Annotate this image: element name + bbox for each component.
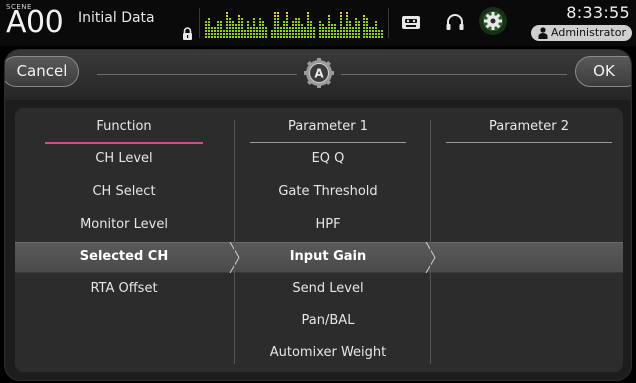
status-bar: SCENE A00 Initial Data 8:33:55 Administr…	[0, 0, 636, 46]
list-item-selected[interactable]: Input Gain	[237, 249, 419, 264]
list-item[interactable]: Pan/BAL	[237, 313, 419, 328]
parameter2-column-title: Parameter 2	[488, 119, 570, 134]
parameter1-column-title: Parameter 1	[287, 119, 369, 134]
popup-header: Cancel A OK	[5, 50, 631, 100]
assignment-panel: Function CH Level CH Select Monitor Leve…	[15, 108, 623, 372]
user-name: Administrator	[551, 26, 626, 39]
user-icon	[538, 27, 548, 39]
level-meters[interactable]	[205, 4, 383, 40]
column-divider	[430, 120, 431, 364]
column-divider	[234, 120, 235, 364]
function-title-underline	[45, 142, 203, 144]
chevron-right-icon	[425, 242, 436, 273]
list-item[interactable]: Monitor Level	[29, 217, 219, 232]
list-item[interactable]: CH Select	[29, 184, 219, 199]
list-item[interactable]: EQ Q	[237, 151, 419, 166]
list-item[interactable]: CH Level	[29, 151, 219, 166]
user-defined-keys-popup: Cancel A OK Function CH Level CH Select …	[4, 49, 632, 381]
parameter1-title-underline	[250, 142, 406, 143]
user-level-badge-icon: A	[304, 58, 334, 88]
badge-letter: A	[314, 67, 324, 81]
headphones-icon[interactable]	[445, 13, 465, 31]
clock: 8:33:55	[566, 3, 630, 22]
list-item[interactable]: Send Level	[237, 281, 419, 296]
list-item[interactable]: Automixer Weight	[237, 345, 419, 360]
user-badge[interactable]: Administrator	[531, 25, 632, 41]
cancel-button[interactable]: Cancel	[5, 56, 79, 87]
list-item-selected[interactable]: Selected CH	[29, 249, 219, 264]
list-item[interactable]: HPF	[237, 217, 419, 232]
ok-button[interactable]: OK	[575, 56, 631, 87]
lock-icon	[183, 27, 192, 40]
scene-title[interactable]: Initial Data	[78, 10, 155, 26]
recorder-icon[interactable]	[401, 15, 421, 30]
list-item[interactable]: Gate Threshold	[237, 184, 419, 199]
scene-number[interactable]: A00	[6, 8, 64, 38]
setup-gear-icon[interactable]	[478, 6, 508, 36]
parameter2-title-underline	[446, 142, 612, 143]
function-column-title: Function	[96, 119, 152, 134]
list-item[interactable]: RTA Offset	[29, 281, 219, 296]
